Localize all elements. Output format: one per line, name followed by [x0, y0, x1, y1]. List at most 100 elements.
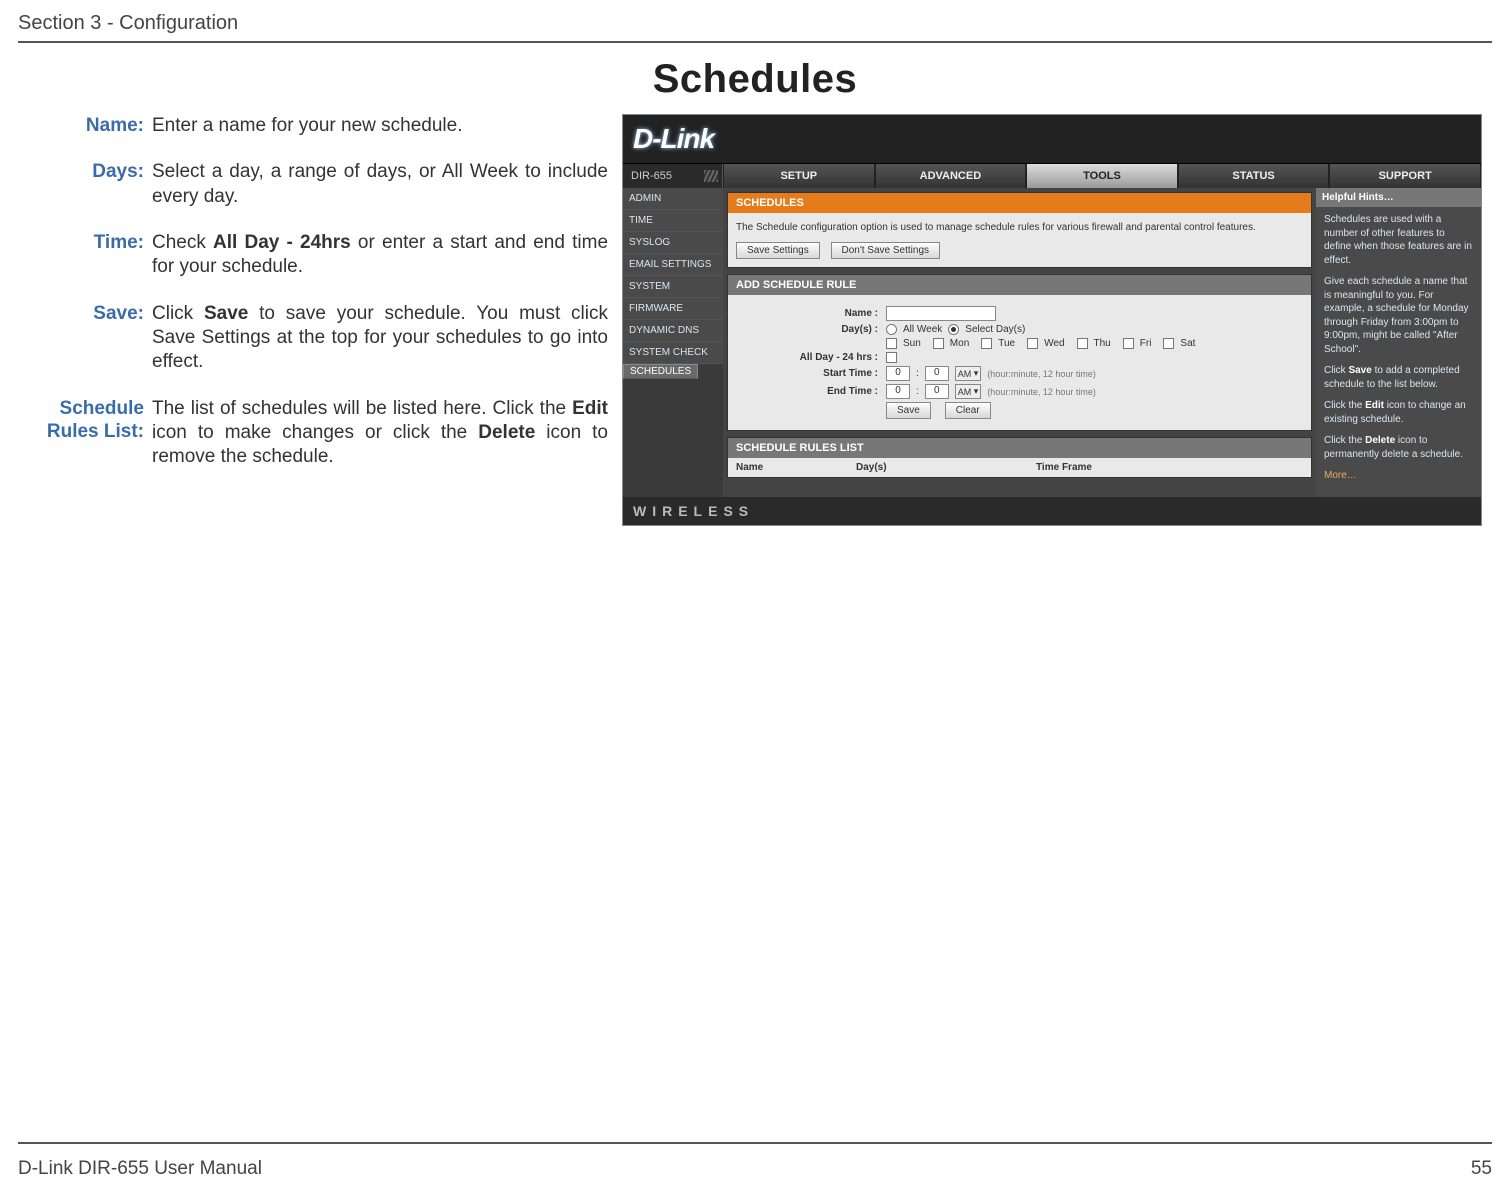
- leftnav-item[interactable]: FIRMWARE: [623, 298, 723, 320]
- day-label: Fri: [1140, 338, 1152, 349]
- definitions-column: Name:Enter a name for your new schedule.…: [18, 114, 608, 491]
- hint-more-link[interactable]: More…: [1324, 469, 1473, 483]
- definition-label: Name:: [18, 114, 152, 138]
- row-end-time: End Time : 0 : 0 AM ▾ (hour:minute, 12 h…: [736, 384, 1303, 399]
- divider-bottom: [18, 1142, 1492, 1144]
- leftnav-item[interactable]: EMAIL SETTINGS: [623, 254, 723, 276]
- definition-text: Enter a name for your new schedule.: [152, 114, 608, 138]
- day-label: Sun: [903, 338, 921, 349]
- leftnav-item[interactable]: DYNAMIC DNS: [623, 320, 723, 342]
- router-tab-setup[interactable]: SETUP: [723, 164, 875, 188]
- leftnav-item[interactable]: TIME: [623, 210, 723, 232]
- allday-checkbox[interactable]: [886, 352, 897, 363]
- router-left-nav: ADMINTIMESYSLOGEMAIL SETTINGSSYSTEMFIRMW…: [623, 188, 723, 497]
- save-settings-button[interactable]: Save Settings: [736, 242, 820, 259]
- router-topbar: D-Link: [623, 115, 1481, 163]
- router-center-panel: SCHEDULES The Schedule configuration opt…: [723, 188, 1316, 497]
- schedule-clear-button[interactable]: Clear: [945, 402, 991, 419]
- definition-row: Save:Click Save to save your schedule. Y…: [18, 302, 608, 375]
- add-schedule-rule-box: ADD SCHEDULE RULE Name : Day(s) : All We…: [727, 274, 1312, 431]
- router-tab-tools[interactable]: TOOLS: [1026, 164, 1178, 188]
- page-title: Schedules: [18, 57, 1492, 102]
- name-label: Name :: [736, 308, 886, 319]
- day-checkbox-wed[interactable]: [1027, 338, 1038, 349]
- router-model-label: DIR-655: [623, 164, 723, 188]
- leftnav-item[interactable]: SYSTEM CHECK: [623, 342, 723, 364]
- leftnav-item[interactable]: ADMIN: [623, 188, 723, 210]
- footer-left: D-Link DIR-655 User Manual: [18, 1158, 262, 1180]
- schedules-box-body: The Schedule configuration option is use…: [728, 213, 1311, 267]
- schedules-description: The Schedule configuration option is use…: [736, 221, 1303, 234]
- definition-text: Select a day, a range of days, or All We…: [152, 160, 608, 209]
- leftnav-item[interactable]: SYSTEM: [623, 276, 723, 298]
- row-day-checkboxes: SunMonTueWedThuFriSat: [736, 338, 1303, 349]
- definition-row: Days:Select a day, a range of days, or A…: [18, 160, 608, 209]
- allweek-label: All Week: [903, 324, 942, 335]
- schedule-rules-list-columns: Name Day(s) Time Frame: [728, 458, 1311, 477]
- day-checkbox-tue[interactable]: [981, 338, 992, 349]
- allday-label: All Day - 24 hrs :: [736, 352, 886, 363]
- router-tab-row: DIR-655 SETUPADVANCEDTOOLSSTATUSSUPPORT: [623, 163, 1481, 188]
- row-name: Name :: [736, 306, 1303, 321]
- content-row: Name:Enter a name for your new schedule.…: [18, 114, 1492, 526]
- day-checkbox-thu[interactable]: [1077, 338, 1088, 349]
- definition-text: The list of schedules will be listed her…: [152, 397, 608, 470]
- day-checkbox-mon[interactable]: [933, 338, 944, 349]
- leftnav-item[interactable]: SYSLOG: [623, 232, 723, 254]
- hint-p2: Give each schedule a name that is meanin…: [1324, 275, 1473, 356]
- definition-label: Time:: [18, 231, 152, 280]
- helpful-hints-header: Helpful Hints…: [1316, 188, 1481, 207]
- hint-p4: Click the Edit icon to change an existin…: [1324, 399, 1473, 426]
- add-schedule-rule-body: Name : Day(s) : All Week Select Day(s): [728, 295, 1311, 430]
- day-checkbox-sat[interactable]: [1163, 338, 1174, 349]
- definition-label: Save:: [18, 302, 152, 375]
- dlink-logo-text: D-Link: [633, 123, 714, 155]
- definition-text: Check All Day - 24hrs or enter a start a…: [152, 231, 608, 280]
- schedule-save-button[interactable]: Save: [886, 402, 931, 419]
- schedule-rules-list-box: SCHEDULE RULES LIST Name Day(s) Time Fra…: [727, 437, 1312, 478]
- day-checkbox-sun[interactable]: [886, 338, 897, 349]
- router-tab-support[interactable]: SUPPORT: [1329, 164, 1481, 188]
- end-hour-input[interactable]: 0: [886, 384, 910, 399]
- router-main-row: ADMINTIMESYSLOGEMAIL SETTINGSSYSTEMFIRMW…: [623, 188, 1481, 497]
- day-label: Thu: [1094, 338, 1111, 349]
- name-input[interactable]: [886, 306, 996, 321]
- helpful-hints-body: Schedules are used with a number of othe…: [1316, 207, 1481, 497]
- router-ui-screenshot: D-Link DIR-655 SETUPADVANCEDTOOLSSTATUSS…: [622, 114, 1482, 526]
- router-tab-advanced[interactable]: ADVANCED: [875, 164, 1027, 188]
- day-checkboxes: SunMonTueWedThuFriSat: [886, 338, 1303, 349]
- end-ampm-select[interactable]: AM ▾: [955, 384, 982, 399]
- definition-label: Days:: [18, 160, 152, 209]
- start-ampm-select[interactable]: AM ▾: [955, 366, 982, 381]
- hint-p5: Click the Delete icon to permanently del…: [1324, 434, 1473, 461]
- definition-row: Time:Check All Day - 24hrs or enter a st…: [18, 231, 608, 280]
- start-time-hint: (hour:minute, 12 hour time): [987, 369, 1096, 379]
- allweek-radio[interactable]: [886, 324, 897, 335]
- router-model-text: DIR-655: [631, 170, 672, 182]
- dont-save-settings-button[interactable]: Don't Save Settings: [831, 242, 941, 259]
- definition-row: Name:Enter a name for your new schedule.: [18, 114, 608, 138]
- colon: :: [916, 368, 919, 379]
- page-footer: D-Link DIR-655 User Manual 55: [18, 1142, 1492, 1180]
- start-min-input[interactable]: 0: [925, 366, 949, 381]
- schedules-box: SCHEDULES The Schedule configuration opt…: [727, 192, 1312, 268]
- helpful-hints-panel: Helpful Hints… Schedules are used with a…: [1316, 188, 1481, 497]
- divider-top: [18, 41, 1492, 43]
- end-time-label: End Time :: [736, 386, 886, 397]
- footer-page-number: 55: [1471, 1158, 1492, 1180]
- selectdays-radio[interactable]: [948, 324, 959, 335]
- router-tab-status[interactable]: STATUS: [1178, 164, 1330, 188]
- col-days: Day(s): [856, 462, 1036, 473]
- start-hour-input[interactable]: 0: [886, 366, 910, 381]
- end-min-input[interactable]: 0: [925, 384, 949, 399]
- leftnav-item[interactable]: SCHEDULES: [623, 364, 698, 379]
- section-header: Section 3 - Configuration: [18, 12, 1492, 41]
- row-buttons: Save Clear: [736, 402, 1303, 419]
- colon: :: [916, 386, 919, 397]
- col-timeframe: Time Frame: [1036, 462, 1303, 473]
- hint-p1: Schedules are used with a number of othe…: [1324, 213, 1473, 267]
- row-allday: All Day - 24 hrs :: [736, 352, 1303, 363]
- day-checkbox-fri[interactable]: [1123, 338, 1134, 349]
- day-label: Mon: [950, 338, 969, 349]
- router-tabs: SETUPADVANCEDTOOLSSTATUSSUPPORT: [723, 164, 1481, 188]
